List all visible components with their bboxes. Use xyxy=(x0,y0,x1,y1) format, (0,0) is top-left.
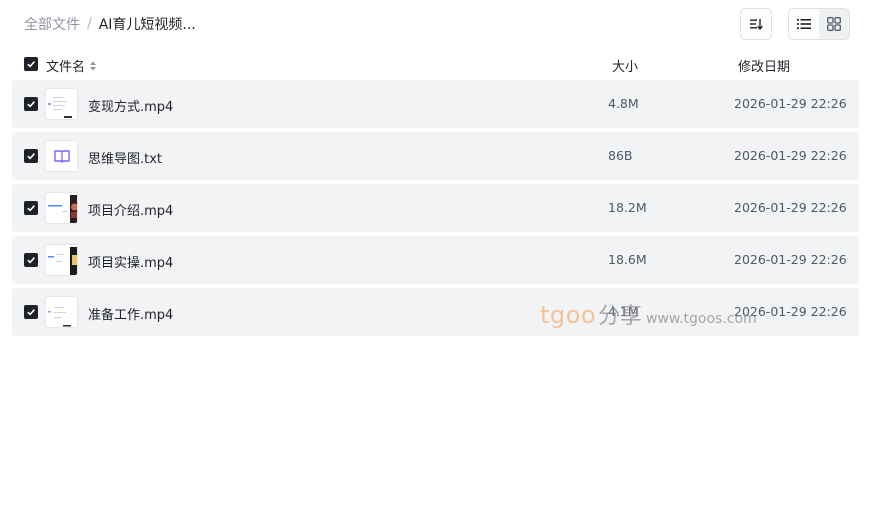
row-checkbox[interactable] xyxy=(24,253,38,267)
checkmark-icon xyxy=(27,153,35,160)
checkmark-icon xyxy=(27,205,35,212)
file-name[interactable]: 思维导图.txt xyxy=(88,148,162,167)
file-date: 2026-01-29 22:26 xyxy=(734,148,847,163)
file-name[interactable]: 项目实操.mp4 xyxy=(88,252,173,271)
top-bar: 全部文件 / AI育儿短视频... xyxy=(0,0,874,48)
book-icon xyxy=(53,150,70,163)
select-all-checkbox[interactable] xyxy=(24,57,38,71)
breadcrumb: 全部文件 / AI育儿短视频... xyxy=(24,14,196,34)
file-size: 18.6M xyxy=(608,252,647,267)
file-size: 4.1M xyxy=(608,304,639,319)
sort-button[interactable] xyxy=(740,8,772,40)
video-thumbnail xyxy=(45,88,78,120)
file-size: 86B xyxy=(608,148,633,163)
file-size: 18.2M xyxy=(608,200,647,215)
file-name[interactable]: 变现方式.mp4 xyxy=(88,96,173,115)
row-checkbox[interactable] xyxy=(24,201,38,215)
file-date: 2026-01-29 22:26 xyxy=(734,96,847,111)
date-column-header[interactable]: 修改日期 xyxy=(738,56,790,75)
file-size: 4.8M xyxy=(608,96,639,111)
row-checkbox[interactable] xyxy=(24,149,38,163)
checkmark-icon xyxy=(27,309,35,316)
checkmark-icon xyxy=(27,101,35,108)
list-view-icon xyxy=(797,19,811,29)
file-row[interactable]: 准备工作.mp4 4.1M 2026-01-29 22:26 xyxy=(12,288,859,336)
text-file-thumbnail xyxy=(45,140,78,172)
table-header: 文件名 大小 修改日期 xyxy=(12,50,859,78)
file-date: 2026-01-29 22:26 xyxy=(734,304,847,319)
list-view-button[interactable] xyxy=(789,9,819,39)
video-thumbnail xyxy=(45,244,78,276)
checkmark-icon xyxy=(27,61,35,68)
grid-view-icon xyxy=(827,17,841,31)
view-toggle xyxy=(788,8,850,40)
grid-view-button[interactable] xyxy=(819,9,849,39)
video-thumbnail xyxy=(45,296,78,328)
row-checkbox[interactable] xyxy=(24,305,38,319)
sort-toggle-icon xyxy=(90,61,97,70)
breadcrumb-current: AI育儿短视频... xyxy=(98,17,196,33)
name-column-header[interactable]: 文件名 xyxy=(46,56,97,75)
file-row[interactable]: 思维导图.txt 86B 2026-01-29 22:26 xyxy=(12,132,859,180)
row-checkbox[interactable] xyxy=(24,97,38,111)
file-row[interactable]: 项目介绍.mp4 18.2M 2026-01-29 22:26 xyxy=(12,184,859,232)
size-column-header[interactable]: 大小 xyxy=(612,56,638,75)
file-date: 2026-01-29 22:26 xyxy=(734,252,847,267)
file-name[interactable]: 准备工作.mp4 xyxy=(88,304,173,323)
file-date: 2026-01-29 22:26 xyxy=(734,200,847,215)
name-column-label: 文件名 xyxy=(46,60,86,75)
file-row[interactable]: 变现方式.mp4 4.8M 2026-01-29 22:26 xyxy=(12,80,859,128)
file-name[interactable]: 项目介绍.mp4 xyxy=(88,200,173,219)
sort-icon xyxy=(750,19,763,31)
file-row[interactable]: 项目实操.mp4 18.6M 2026-01-29 22:26 xyxy=(12,236,859,284)
breadcrumb-root[interactable]: 全部文件 xyxy=(24,14,80,34)
video-thumbnail xyxy=(45,192,78,224)
checkmark-icon xyxy=(27,257,35,264)
breadcrumb-separator: / xyxy=(87,16,92,32)
